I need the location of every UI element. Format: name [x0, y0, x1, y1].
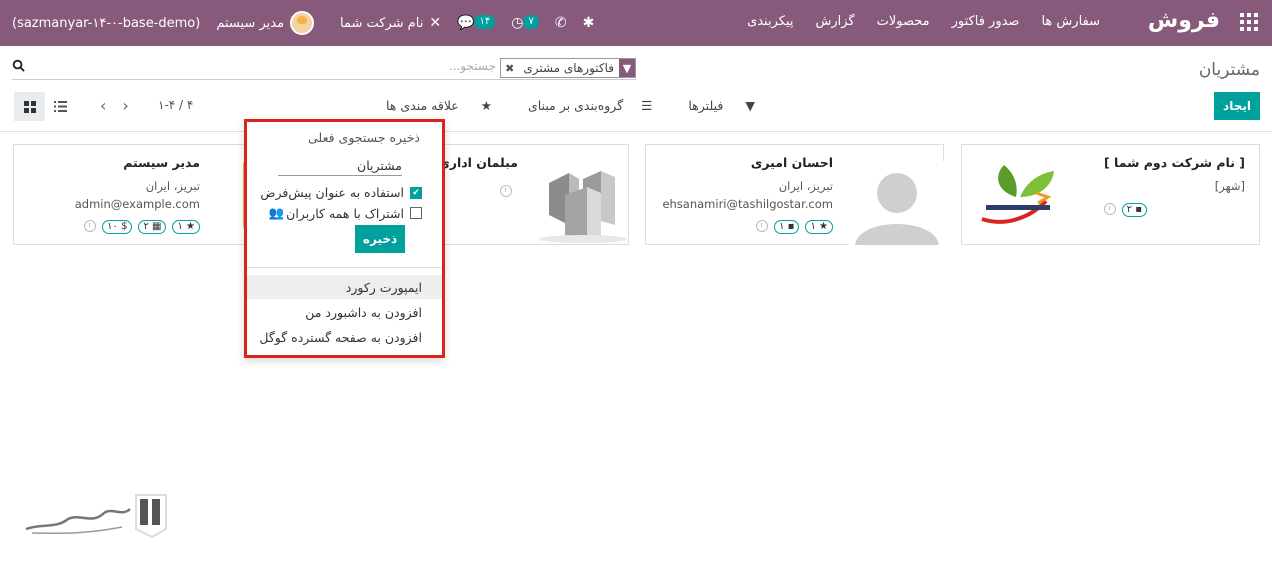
activity-menu[interactable]: ◷ ۷	[511, 15, 539, 31]
menu-orders[interactable]: سفارش ها	[1041, 14, 1100, 29]
card-tags: ۲ ▪	[1103, 203, 1147, 217]
card-email: ehsanamiri@tashilgostar.com	[662, 197, 833, 211]
card-city: تبریز، ایران	[145, 179, 200, 193]
user-menu[interactable]: مدیر سیستم	[216, 11, 315, 35]
meetings-tag[interactable]: ۱ ▪	[774, 220, 800, 234]
search-bar[interactable]: ▼ فاکتورهای مشتری ✖ جستجو...	[12, 57, 636, 80]
users-icon: 👥	[268, 205, 285, 220]
filter-icon: ▼	[745, 98, 755, 113]
save-filter-button[interactable]: ذخیره	[355, 225, 405, 253]
bars-icon: ☰	[641, 98, 653, 113]
meetings-tag[interactable]: ۲ ▪	[1121, 203, 1147, 217]
user-name: مدیر سیستم	[216, 15, 285, 31]
opportunities-tag[interactable]: ۱ ★	[805, 220, 833, 234]
facet-label: فاکتورهای مشتری	[523, 61, 614, 75]
list-view-button[interactable]	[45, 92, 76, 121]
card-tags: ۱ ▪ ۱ ★	[756, 220, 833, 234]
kanban-card[interactable]: احسان امیری تبریز، ایران ehsanamiri@tash…	[645, 144, 945, 245]
meetings-tag[interactable]: ۲ ▦	[138, 220, 167, 234]
search-options: ▼ فیلترها ☰گروه‌بندی بر مبنای ★ علاقه من…	[350, 98, 755, 113]
kanban-view-button[interactable]	[14, 92, 45, 121]
activity-clock-icon[interactable]	[756, 220, 769, 232]
filter-icon: ▼	[619, 59, 635, 77]
app-title[interactable]: فروش	[1148, 8, 1220, 33]
filters-button[interactable]: ▼ فیلترها	[670, 98, 755, 113]
opportunities-tag[interactable]: ۱ ★	[172, 220, 200, 234]
buildings-icon	[539, 171, 627, 243]
phone-icon[interactable]: ✆	[555, 15, 567, 31]
apps-menu-icon[interactable]	[1240, 13, 1258, 31]
chat-icon: 💬	[457, 15, 475, 31]
card-name: احسان امیری	[750, 155, 833, 170]
menu-reporting[interactable]: گزارش	[816, 14, 855, 29]
pager-next-icon[interactable]: ›	[122, 96, 144, 115]
menu-products[interactable]: محصولات	[877, 14, 930, 29]
activity-clock-icon[interactable]	[1103, 203, 1116, 215]
chat-menu[interactable]: 💬 ۱۴	[457, 15, 496, 31]
company-logo	[981, 165, 1054, 224]
pager-nav: ‹›	[100, 96, 145, 115]
star-icon: ★	[480, 98, 492, 113]
company-name: نام شرکت شما	[340, 15, 424, 31]
save-search-header[interactable]: ذخیره جستجوی فعلی	[308, 130, 420, 145]
search-icon[interactable]	[12, 59, 25, 72]
kanban-card[interactable]: [ نام شرکت دوم شما ] [شهر] ۲ ▪	[961, 144, 1260, 245]
divider	[0, 131, 1272, 132]
chat-count-badge: ۱۴	[474, 15, 496, 29]
card-city: تبریز، ایران	[778, 179, 833, 193]
bug-icon[interactable]: ✱	[583, 15, 595, 31]
kanban-card[interactable]: مدیر سیستم تبریز، ایران admin@example.co…	[13, 144, 251, 245]
card-email: admin@example.com	[74, 197, 200, 211]
grid-icon	[23, 100, 36, 113]
card-tags: ۱۰ $ ۲ ▦ ۱ ★	[84, 220, 200, 234]
pager-value[interactable]: ۱-۴ / ۴	[158, 98, 193, 112]
search-input[interactable]: جستجو...	[449, 59, 496, 73]
card-name: مبلمان اداری	[438, 155, 518, 170]
create-button[interactable]: ایجاد	[1214, 92, 1260, 120]
groupby-button[interactable]: ☰گروه‌بندی بر مبنای	[510, 98, 652, 113]
favorites-dropdown: ذخیره جستجوی فعلی مشتریان ✔ استفاده به ع…	[244, 119, 445, 358]
card-name: [ نام شرکت دوم شما ]	[1103, 155, 1245, 170]
company-switcher[interactable]: نام شرکت شما ✕	[340, 15, 441, 31]
share-checkbox-row[interactable]: اشتراک با همه کاربران 👥	[269, 205, 422, 221]
activity-clock-icon[interactable]	[500, 185, 512, 197]
search-facet: ▼ فاکتورهای مشتری ✖	[500, 58, 636, 78]
tools-icon: ✕	[429, 15, 442, 31]
watermark-logo	[25, 494, 167, 539]
activity-clock-icon[interactable]	[84, 220, 97, 232]
card-city: [شهر]	[1214, 179, 1245, 193]
use-default-checkbox[interactable]: ✔	[410, 186, 422, 199]
card-name: مدیر سیستم	[123, 155, 200, 170]
page-title: مشتریان	[1198, 60, 1260, 80]
clock-icon: ◷	[511, 15, 524, 31]
db-name: (sazmanyar-۱۴-۰-base-demo)	[12, 15, 201, 31]
pager-prev-icon[interactable]: ‹	[100, 96, 122, 115]
person-avatar-icon	[849, 161, 945, 245]
kanban-card[interactable]: مبلمان اداری	[438, 144, 629, 245]
top-navbar: فروش سفارش ها صدور فاکتور محصولات گزارش …	[0, 0, 1272, 46]
filter-name-input[interactable]: مشتریان	[278, 158, 402, 176]
share-checkbox[interactable]	[410, 207, 422, 219]
favorites-button[interactable]: ★ علاقه مندی ها	[368, 98, 492, 113]
list-icon	[54, 101, 67, 112]
add-to-dashboard-item[interactable]: افزودن به داشبورد من	[247, 300, 442, 324]
activity-count-badge: ۷	[523, 15, 539, 29]
systray: (sazmanyar-۱۴-۰-base-demo) مدیر سیستم نا…	[12, 0, 610, 46]
menu-configuration[interactable]: پیکربندی	[747, 14, 793, 29]
divider	[247, 267, 442, 268]
remove-facet-icon[interactable]: ✖	[501, 62, 518, 75]
view-switcher	[14, 92, 76, 121]
add-to-gsheet-item[interactable]: افزودن به صفحه گسترده گوگل	[247, 325, 442, 349]
import-records-item[interactable]: ایمپورت رکورد	[247, 275, 442, 299]
main-menu: سفارش ها صدور فاکتور محصولات گزارش پیکرب…	[725, 14, 1100, 29]
invoices-tag[interactable]: ۱۰ $	[102, 220, 133, 234]
menu-invoicing[interactable]: صدور فاکتور	[952, 14, 1020, 29]
use-default-checkbox-row[interactable]: ✔ استفاده به عنوان پیش‌فرض	[260, 185, 422, 200]
avatar	[290, 11, 315, 35]
